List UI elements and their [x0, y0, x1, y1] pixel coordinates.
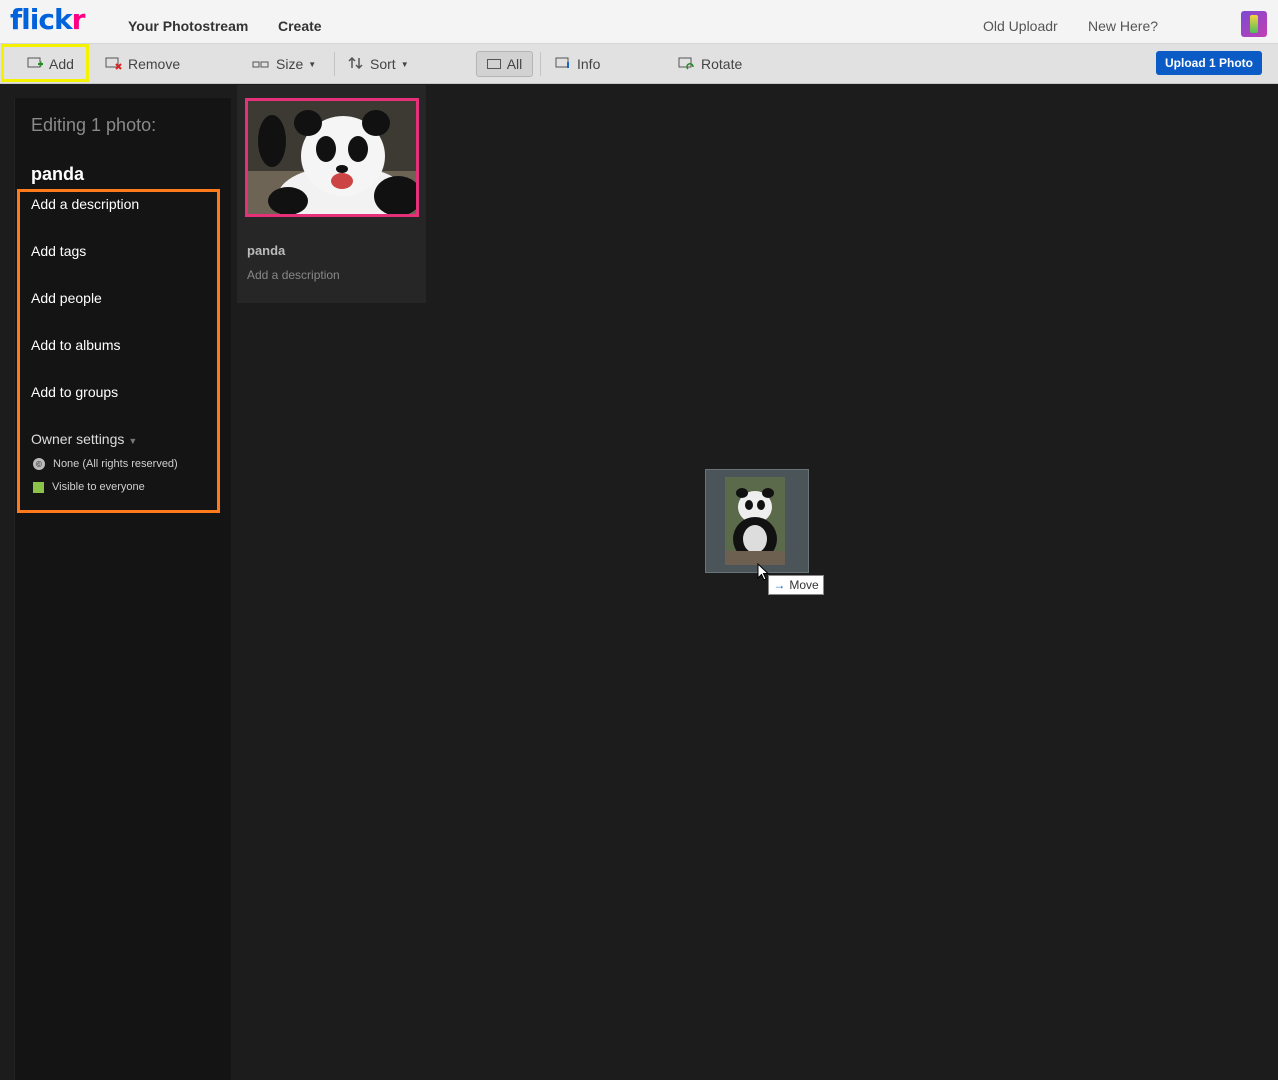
- toolbar: [0, 44, 1278, 84]
- upload-button[interactable]: Upload 1 Photo: [1156, 51, 1262, 75]
- owner-settings-label: Owner settings: [31, 431, 125, 447]
- chevron-down-icon: ▼: [400, 59, 409, 69]
- nav-old-uploadr[interactable]: Old Uploadr: [983, 18, 1058, 34]
- remove-photo-icon: [105, 56, 122, 73]
- license-option[interactable]: © None (All rights reserved): [33, 458, 178, 470]
- card-photo-title[interactable]: panda: [247, 243, 285, 258]
- owner-settings-toggle[interactable]: Owner settings ▼: [31, 431, 137, 447]
- copyright-icon: ©: [33, 458, 45, 470]
- info-icon: [555, 56, 571, 73]
- add-people-field[interactable]: Add people: [31, 290, 102, 306]
- toolbar-divider: [540, 52, 541, 76]
- photo-title-field[interactable]: panda: [31, 164, 84, 185]
- move-label: Move: [789, 578, 819, 592]
- info-button[interactable]: Info: [555, 44, 600, 84]
- chevron-down-icon: ▼: [128, 436, 138, 446]
- rotate-label: Rotate: [701, 56, 743, 72]
- dragged-photo: [725, 477, 785, 565]
- sort-label: Sort: [370, 56, 396, 72]
- move-tooltip: → Move: [768, 575, 824, 595]
- add-to-groups-field[interactable]: Add to groups: [31, 384, 118, 400]
- remove-button[interactable]: Remove: [105, 44, 180, 84]
- remove-label: Remove: [128, 56, 181, 72]
- visibility-icon: [33, 481, 44, 493]
- flickr-logo[interactable]: flickr: [10, 3, 85, 36]
- toolbar-divider: [334, 52, 335, 76]
- rotate-button[interactable]: Rotate: [678, 44, 742, 84]
- add-tags-field[interactable]: Add tags: [31, 243, 86, 259]
- sort-dropdown[interactable]: Sort ▼: [348, 44, 409, 84]
- nav-create[interactable]: Create: [278, 18, 322, 34]
- card-add-description[interactable]: Add a description: [247, 268, 340, 282]
- info-label: Info: [577, 56, 601, 72]
- size-icon: [252, 56, 270, 72]
- photo-thumbnail[interactable]: [245, 98, 419, 217]
- nav-your-photostream[interactable]: Your Photostream: [128, 18, 248, 34]
- add-button-highlight: [1, 44, 89, 82]
- select-all-icon: [486, 59, 501, 69]
- avatar[interactable]: [1241, 11, 1267, 37]
- visibility-label: Visible to everyone: [52, 481, 145, 493]
- rotate-icon: [678, 56, 695, 73]
- all-label: All: [506, 56, 523, 72]
- size-label: Size: [276, 56, 304, 72]
- chevron-down-icon: ▼: [308, 59, 317, 69]
- select-all-button[interactable]: All: [476, 51, 533, 77]
- editing-heading: Editing 1 photo:: [31, 115, 157, 135]
- visibility-option[interactable]: Visible to everyone: [33, 481, 145, 493]
- top-nav: flickr Your Photostream Create Old Uploa…: [0, 0, 1278, 44]
- size-dropdown[interactable]: Size ▼: [252, 44, 316, 84]
- arrow-right-icon: →: [773, 578, 786, 592]
- add-to-albums-field[interactable]: Add to albums: [31, 337, 121, 353]
- add-description-field[interactable]: Add a description: [31, 196, 139, 212]
- sort-icon: [348, 56, 364, 72]
- nav-new-here[interactable]: New Here?: [1088, 18, 1158, 34]
- license-label: None (All rights reserved): [53, 458, 178, 470]
